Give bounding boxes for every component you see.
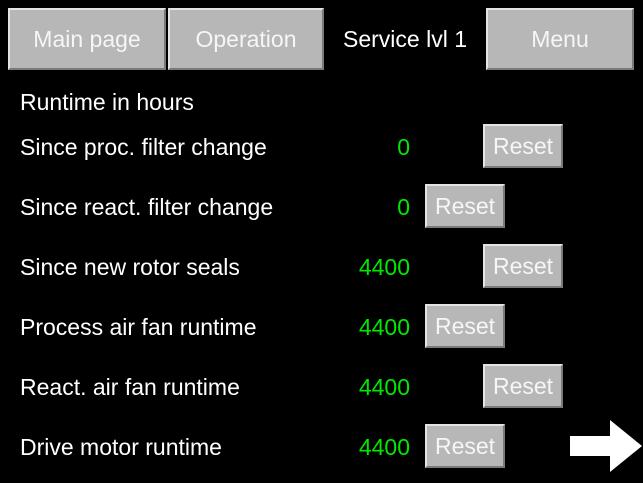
reset-button-drive-motor[interactable]: Reset [425, 424, 505, 468]
reset-button-label: Reset [492, 252, 554, 279]
reset-button-label: Reset [492, 372, 554, 399]
tab-service-lvl-1-label: Service lvl 1 [343, 25, 467, 52]
tab-bar: Main page Operation Service lvl 1 Menu [0, 0, 643, 70]
section-title: Runtime in hours [20, 89, 194, 115]
reset-button-label: Reset [434, 312, 496, 339]
arrow-right-icon[interactable] [570, 420, 642, 472]
reset-button-label: Reset [434, 432, 496, 459]
reset-button-react-filter[interactable]: Reset [425, 184, 505, 228]
reset-button-proc-filter[interactable]: Reset [483, 124, 563, 168]
row-label-process-fan: Process air fan runtime [20, 314, 257, 340]
row-label-react-filter: Since react. filter change [20, 194, 274, 220]
row-value-proc-filter: 0 [397, 134, 410, 160]
row-label-drive-motor: Drive motor runtime [20, 434, 222, 460]
tab-operation-label: Operation [195, 25, 297, 52]
tab-main-page-label: Main page [33, 25, 141, 52]
row-label-rotor-seals: Since new rotor seals [20, 254, 240, 280]
reset-button-process-fan[interactable]: Reset [425, 304, 505, 348]
row-label-react-fan: React. air fan runtime [20, 374, 240, 400]
tab-service-lvl-1[interactable]: Service lvl 1 [326, 8, 484, 70]
tab-main-page[interactable]: Main page [8, 8, 166, 70]
row-value-process-fan: 4400 [358, 314, 410, 340]
reset-button-rotor-seals[interactable]: Reset [483, 244, 563, 288]
tab-operation[interactable]: Operation [168, 8, 324, 70]
row-value-react-fan: 4400 [358, 374, 410, 400]
reset-button-label: Reset [434, 192, 496, 219]
row-label-proc-filter: Since proc. filter change [20, 134, 267, 160]
row-value-react-filter: 0 [397, 194, 410, 220]
tab-menu[interactable]: Menu [486, 8, 634, 70]
reset-button-react-fan[interactable]: Reset [483, 364, 563, 408]
row-value-drive-motor: 4400 [358, 434, 410, 460]
reset-button-label: Reset [492, 132, 554, 159]
tab-menu-label: Menu [531, 25, 589, 52]
row-value-rotor-seals: 4400 [358, 254, 410, 280]
